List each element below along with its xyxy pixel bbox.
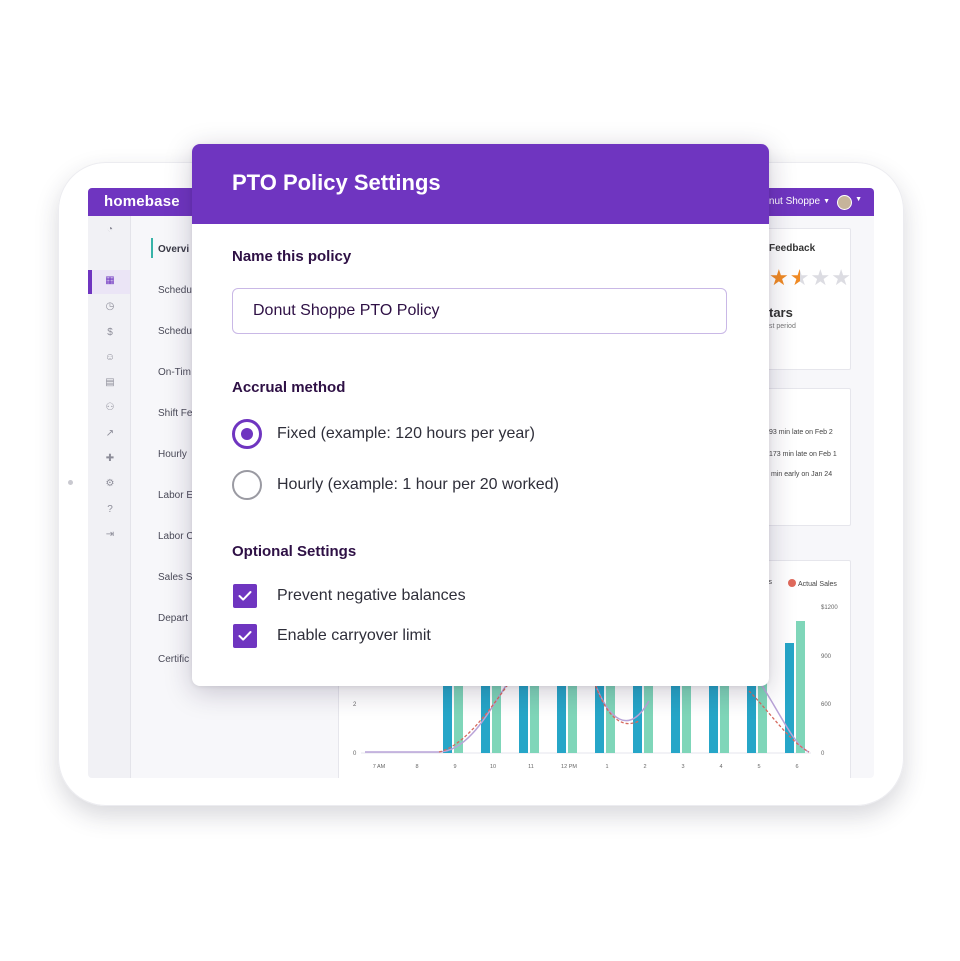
y2-tick-label: $1200 <box>821 605 838 611</box>
subnav-item-shift-feedback[interactable]: Shift Fe <box>158 408 192 419</box>
help-icon[interactable]: ? <box>104 504 116 516</box>
reports-icon[interactable]: ↗ <box>104 428 116 440</box>
gear-icon[interactable]: ⚙ <box>104 478 116 490</box>
bar-scheduled <box>557 681 566 753</box>
subnav-item-labor-e[interactable]: Labor E <box>158 490 193 501</box>
late-entry: 173 min late on Feb 1 <box>769 451 837 458</box>
subnav-item-sales[interactable]: Sales S <box>158 572 192 583</box>
y2-tick-label: 0 <box>821 751 825 757</box>
subnav-item-schedule-2[interactable]: Schedu <box>158 326 192 337</box>
accrual-hourly-radio[interactable] <box>232 470 262 500</box>
collapse-icon[interactable]: ⇥ <box>104 529 116 541</box>
document-icon[interactable]: ▤ <box>104 377 116 389</box>
y2-tick-label: 900 <box>821 654 832 660</box>
subnav-item-schedule[interactable]: Schedu <box>158 285 192 296</box>
accrual-hourly-label[interactable]: Hourly (example: 1 hour per 20 worked) <box>277 476 559 494</box>
subnav-item-certifications[interactable]: Certific <box>158 654 189 665</box>
calendar-icon[interactable]: ▦ <box>104 275 116 287</box>
subnav-item-labor-c[interactable]: Labor C <box>158 531 194 542</box>
bar-actual <box>530 681 539 753</box>
policy-name-label: Name this policy <box>232 248 352 265</box>
bar-actual <box>568 681 577 753</box>
y2-tick-label: 600 <box>821 702 832 708</box>
star-empty-icon: ★ <box>831 265 852 290</box>
accrual-fixed-radio[interactable] <box>232 419 262 449</box>
x-tick-label: 4 <box>719 764 722 770</box>
team-icon[interactable]: ⚇ <box>104 402 116 414</box>
star-rating: ★★★★ <box>769 265 852 291</box>
pto-policy-modal: PTO Policy Settings Name this policy Acc… <box>192 144 769 686</box>
icon-rail: ◔ ▦ ◷ $ ☺ ▤ ⚇ ↗ ✚ ⚙ ? ⇥ <box>88 216 131 778</box>
x-tick-label: 5 <box>757 764 760 770</box>
bar-scheduled <box>443 681 452 753</box>
checkmark-icon <box>238 591 252 601</box>
late-entry: min early on Jan 24 <box>771 471 833 478</box>
location-switcher[interactable]: nut Shoppe ▼ <box>769 196 830 207</box>
feedback-title: Feedback <box>769 243 816 254</box>
subnav-item-on-time[interactable]: On-Tim <box>158 367 191 378</box>
x-tick-label: 11 <box>528 764 534 770</box>
star-half-icon: ★ <box>789 265 811 290</box>
bar-actual <box>644 681 653 753</box>
person-icon[interactable]: ☺ <box>104 352 116 364</box>
chevron-down-icon: ▼ <box>823 198 830 205</box>
prevent-negative-label[interactable]: Prevent negative balances <box>277 587 466 605</box>
x-tick-label: 3 <box>681 764 684 770</box>
x-tick-label: 1 <box>605 764 608 770</box>
forecast-line <box>365 680 810 753</box>
clock-icon[interactable]: ◷ <box>104 301 116 313</box>
policy-name-input[interactable] <box>232 288 727 334</box>
medical-kit-icon[interactable]: ✚ <box>104 453 116 465</box>
prevent-negative-checkbox[interactable] <box>233 584 257 608</box>
accrual-fixed-label[interactable]: Fixed (example: 120 hours per year) <box>277 425 535 443</box>
y-tick-label: 2 <box>353 702 357 708</box>
tablet-camera-dot <box>68 480 73 485</box>
star-empty-icon: ★ <box>810 265 832 290</box>
bar-scheduled <box>671 681 680 753</box>
accrual-method-label: Accrual method <box>232 379 346 396</box>
carryover-limit-label[interactable]: Enable carryover limit <box>277 627 431 645</box>
modal-title: PTO Policy Settings <box>232 170 441 195</box>
carryover-limit-checkbox[interactable] <box>233 624 257 648</box>
subnav-item-hourly[interactable]: Hourly <box>158 449 187 460</box>
brand-logo[interactable]: homebase <box>104 193 180 210</box>
subnav-item-departments[interactable]: Depart <box>158 613 188 624</box>
modal-header: PTO Policy Settings <box>192 144 769 224</box>
x-tick-label: 2 <box>643 764 646 770</box>
radio-selected-dot <box>241 428 253 440</box>
avatar[interactable] <box>837 195 852 210</box>
dashboard-icon[interactable]: ◔ <box>104 224 116 236</box>
star-icon: ★ <box>769 265 790 290</box>
x-tick-label: 9 <box>453 764 456 770</box>
x-tick-label: 8 <box>415 764 418 770</box>
x-tick-label: 10 <box>490 764 496 770</box>
dollar-icon[interactable]: $ <box>104 327 116 339</box>
bar-actual <box>492 681 501 753</box>
bar-scheduled <box>595 681 604 753</box>
subnav-item-overview[interactable]: Overvi <box>158 244 189 255</box>
checkmark-icon <box>238 631 252 641</box>
x-tick-label: 6 <box>795 764 798 770</box>
bar-scheduled <box>633 681 642 753</box>
y-tick-label: 0 <box>353 751 357 757</box>
stars-label: tars <box>769 305 793 320</box>
bar-actual <box>796 621 805 753</box>
bar-scheduled <box>709 681 718 753</box>
x-tick-label: 7 AM <box>373 764 386 770</box>
bar-actual <box>682 681 691 753</box>
x-tick-label: 12 PM <box>561 764 577 770</box>
bar-actual <box>720 681 729 753</box>
bar-scheduled <box>519 681 528 753</box>
location-name: nut Shoppe <box>768 196 821 207</box>
chevron-down-icon[interactable]: ▼ <box>855 196 862 203</box>
period-label: st period <box>769 323 796 330</box>
optional-settings-label: Optional Settings <box>232 543 357 560</box>
rail-active-indicator <box>88 270 92 294</box>
late-entry: 93 min late on Feb 2 <box>769 429 833 436</box>
subnav-active-marker <box>151 238 153 258</box>
